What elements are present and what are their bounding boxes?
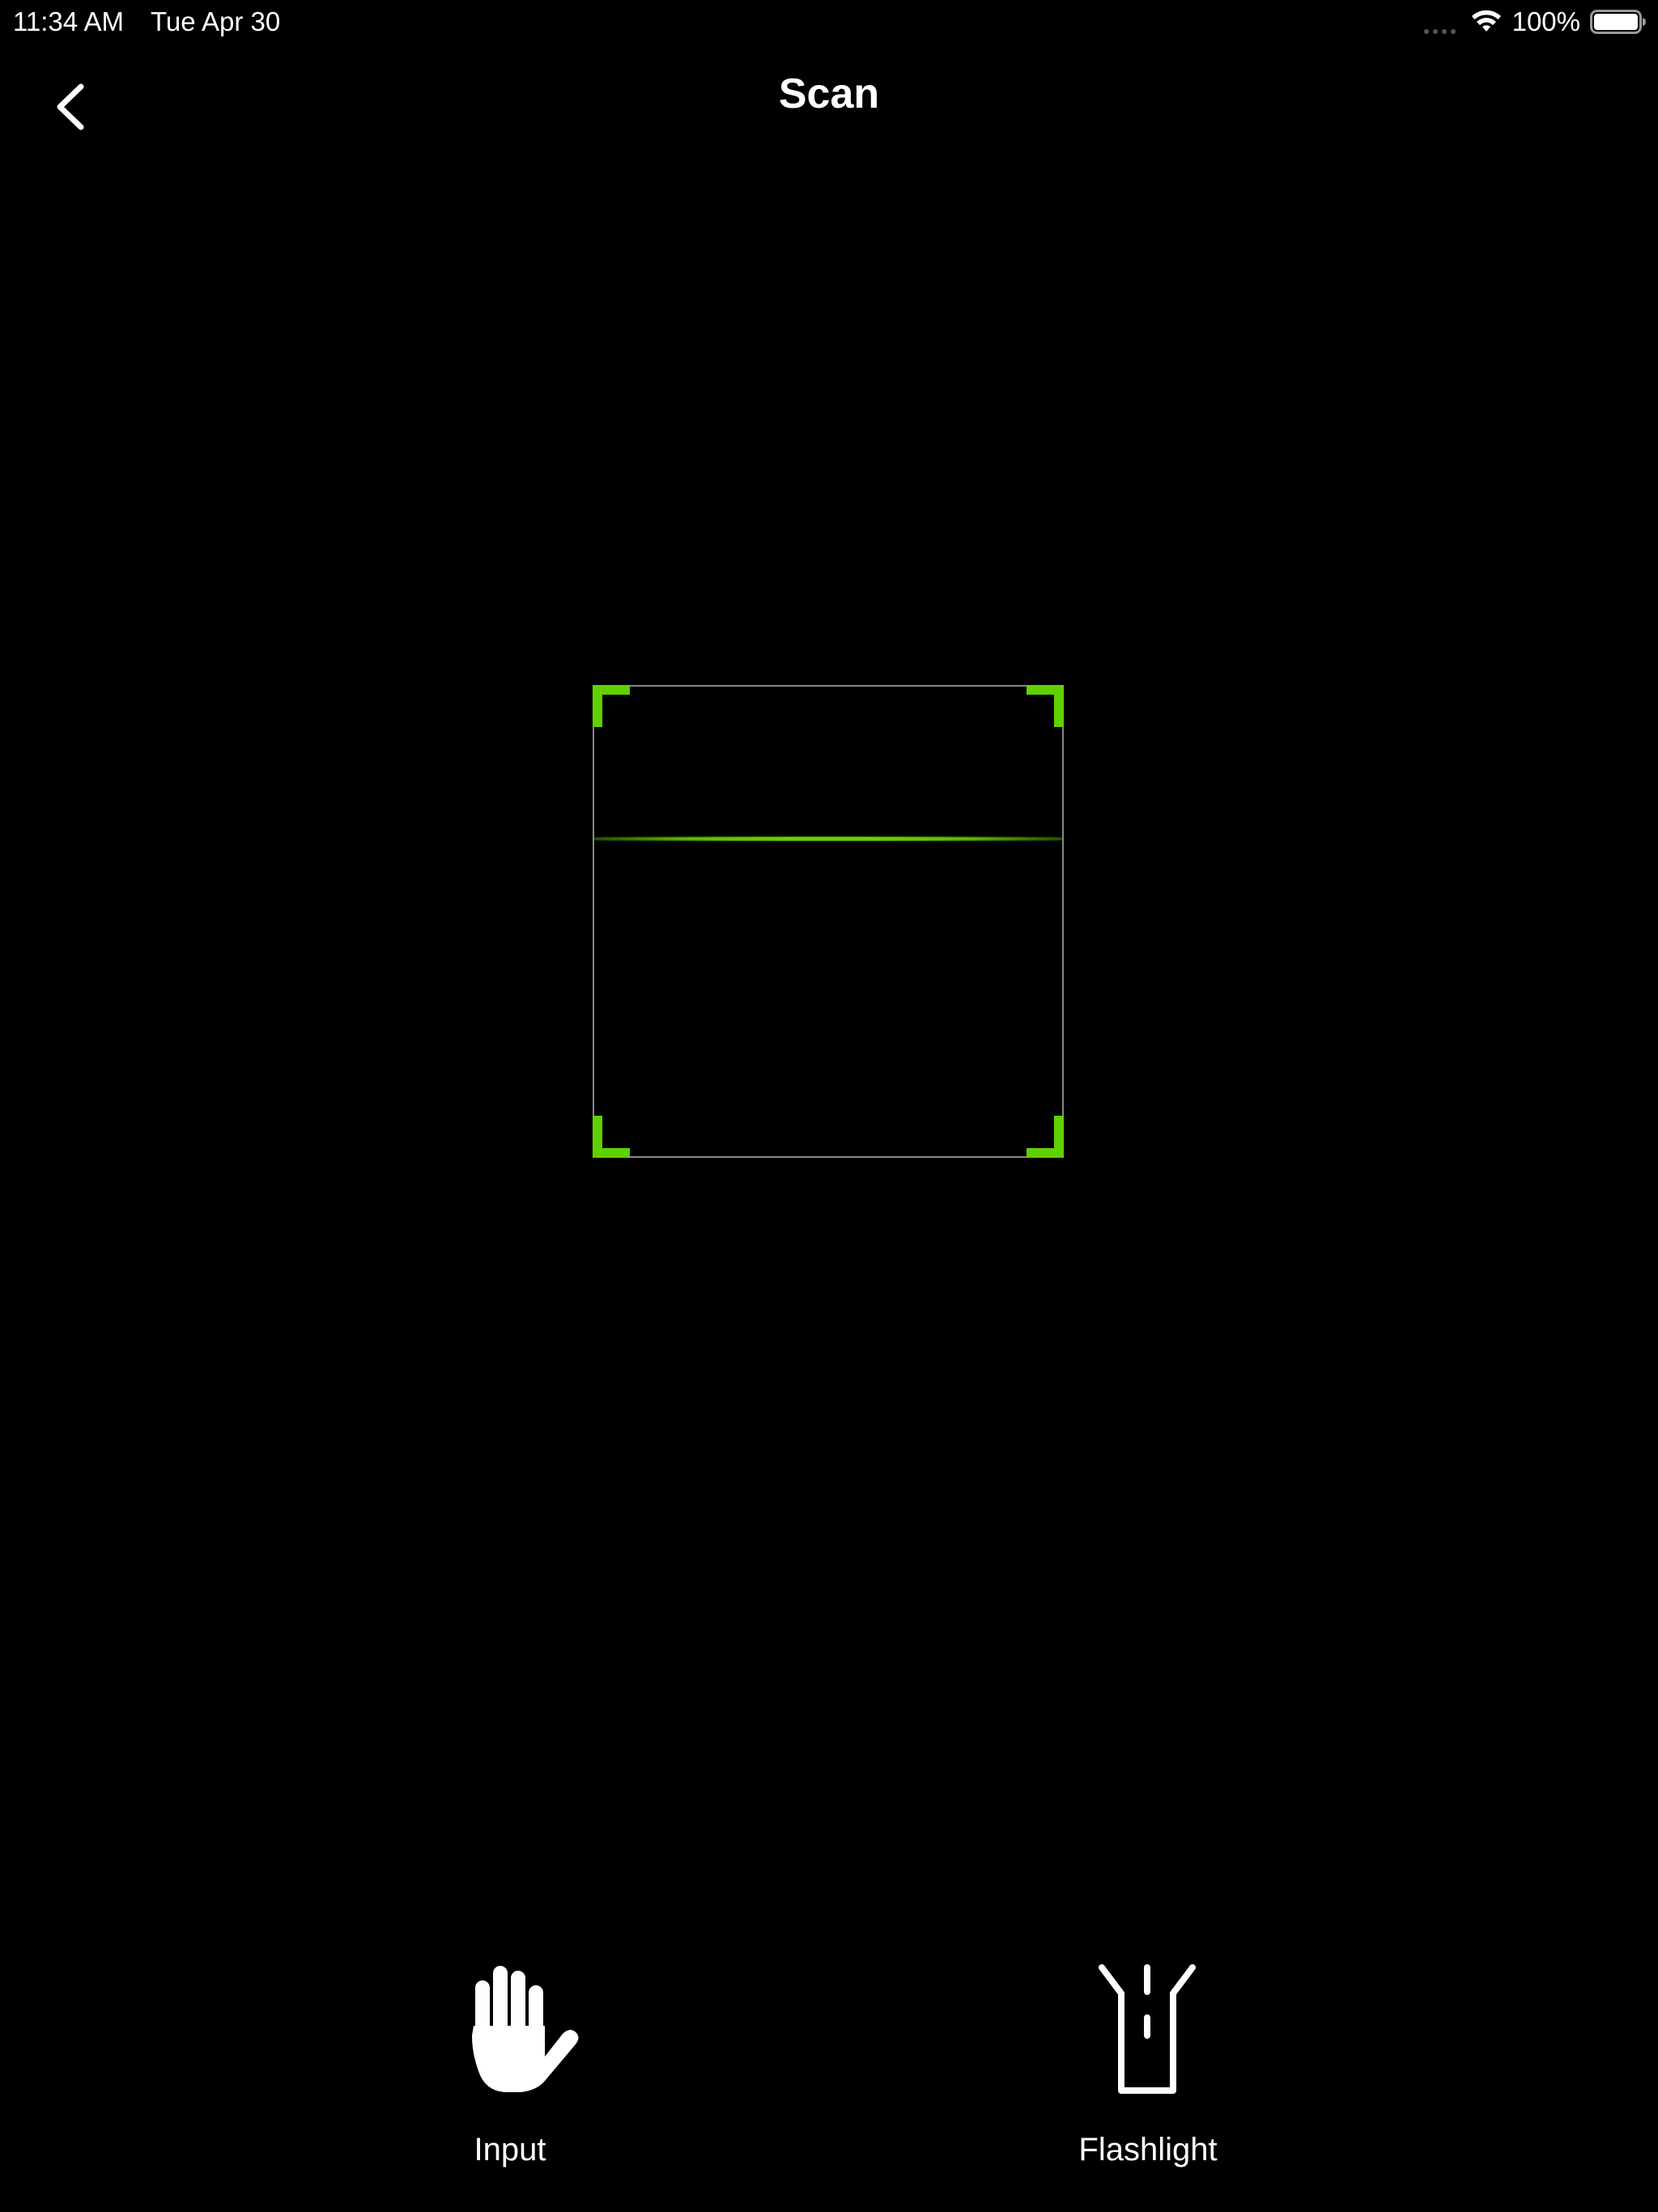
- scan-corner-top-left: [593, 685, 630, 727]
- battery-percent: 100%: [1511, 6, 1580, 36]
- flashlight-label: Flashlight: [1078, 2132, 1218, 2167]
- page-title: Scan: [778, 70, 880, 117]
- battery-icon: [1590, 10, 1646, 34]
- navigation-bar: Scan: [0, 44, 1658, 149]
- status-indicators: 100%: [1423, 5, 1647, 39]
- flashlight-icon: [1099, 1964, 1196, 2094]
- scan-corner-top-right: [1027, 685, 1064, 727]
- hand-icon: [472, 1966, 579, 2092]
- scan-frame: [593, 685, 1064, 1158]
- input-label: Input: [474, 2132, 546, 2167]
- flashlight-button[interactable]: Flashlight: [1010, 1958, 1286, 2184]
- wifi-icon: [1471, 10, 1501, 32]
- scan-line: [594, 836, 1062, 841]
- scan-corner-bottom-left: [593, 1116, 630, 1158]
- cellular-signal-icon: [1423, 10, 1456, 34]
- status-bar: 11:34 AM Tue Apr 30 100%: [0, 0, 1658, 44]
- input-button[interactable]: Input: [372, 1958, 648, 2184]
- status-date: Tue Apr 30: [151, 6, 281, 36]
- scan-corner-bottom-right: [1027, 1116, 1064, 1158]
- status-time: 11:34 AM: [13, 6, 124, 36]
